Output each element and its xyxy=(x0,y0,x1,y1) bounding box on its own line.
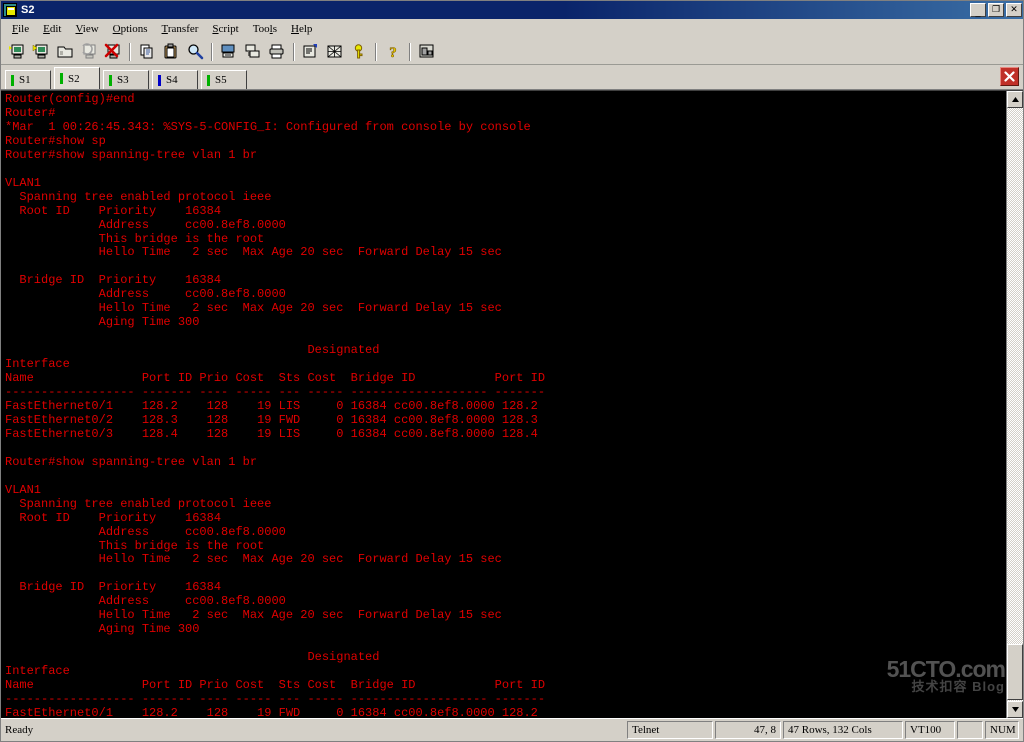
minimize-icon: _ xyxy=(975,6,981,17)
svg-text:?: ? xyxy=(389,45,397,60)
reconnect-icon[interactable] xyxy=(77,41,100,63)
securecrt-window: S2 _ ❐ ✕ File Edit View Options Transfer Scri… xyxy=(0,0,1024,742)
restore-icon: ❐ xyxy=(991,3,1001,14)
scroll-down-button[interactable] xyxy=(1007,701,1023,718)
tile-windows-icon[interactable] xyxy=(415,41,438,63)
separator-3 xyxy=(293,42,295,61)
status-num-lock: NUM xyxy=(985,720,1019,739)
chevron-up-icon xyxy=(1011,97,1019,102)
status-protocol: Telnet xyxy=(627,720,713,739)
restore-button[interactable]: ❐ xyxy=(988,3,1004,17)
separator-5 xyxy=(409,42,411,61)
status-screen-size: 47 Rows, 132 Cols xyxy=(783,720,903,739)
scrollbar-thumb[interactable] xyxy=(1007,644,1023,700)
key-icon[interactable] xyxy=(347,41,370,63)
paste-icon[interactable] xyxy=(159,41,182,63)
title-bar: S2 _ ❐ ✕ xyxy=(1,1,1023,19)
tab-status-led xyxy=(207,74,210,86)
scrollbar-track[interactable] xyxy=(1007,108,1023,701)
session-tab-bar: S1 S2 S3 S4 S5 xyxy=(1,65,1023,90)
window-title: S2 xyxy=(21,4,35,16)
tab-status-led xyxy=(109,74,112,86)
tab-label: S1 xyxy=(19,74,31,86)
tab-label: S2 xyxy=(68,72,80,85)
session-tab-s5[interactable]: S5 xyxy=(201,70,247,89)
menu-item-tools[interactable]: Tools xyxy=(246,21,284,37)
copy-icon[interactable] xyxy=(135,41,158,63)
menu-item-edit[interactable]: Edit xyxy=(36,21,68,37)
disconnect-icon[interactable] xyxy=(101,41,124,63)
separator-2 xyxy=(211,42,213,61)
close-session-button[interactable] xyxy=(1000,67,1019,86)
find-icon[interactable] xyxy=(183,41,206,63)
menu-item-options[interactable]: Options xyxy=(106,21,155,37)
menu-item-script[interactable]: Script xyxy=(205,21,245,37)
log-session-icon[interactable] xyxy=(241,41,264,63)
close-x-icon xyxy=(1004,71,1015,82)
tab-label: S3 xyxy=(117,74,129,86)
terminal-area: Router(config)#end Router# *Mar 1 00:26:… xyxy=(1,90,1023,718)
terminal-scrollbar[interactable] xyxy=(1006,91,1023,718)
status-bar: Ready Telnet 47, 8 47 Rows, 132 Cols VT1… xyxy=(1,718,1023,740)
toolbar: ? xyxy=(1,39,1023,65)
terminal-session-icon xyxy=(3,3,17,17)
session-tab-s2[interactable]: S2 xyxy=(54,67,100,89)
menu-item-help[interactable]: Help xyxy=(284,21,319,37)
menu-item-file[interactable]: File xyxy=(5,21,36,37)
tab-label: S5 xyxy=(215,74,227,86)
help-icon[interactable]: ? xyxy=(381,41,404,63)
scroll-up-button[interactable] xyxy=(1007,91,1023,108)
terminal-output: Router(config)#end Router# *Mar 1 00:26:… xyxy=(5,92,546,718)
menu-bar: File Edit View Options Transfer Script Tools He… xyxy=(1,19,1023,39)
menu-item-view[interactable]: View xyxy=(68,21,105,37)
connect-local-shell-icon[interactable] xyxy=(53,41,76,63)
status-ready: Ready xyxy=(5,723,34,736)
session-tab-s3[interactable]: S3 xyxy=(103,70,149,89)
status-spacer xyxy=(957,720,983,739)
minimize-button[interactable]: _ xyxy=(970,3,986,17)
session-tab-s4[interactable]: S4 xyxy=(152,70,198,89)
print-screen-icon[interactable] xyxy=(217,41,240,63)
close-icon: ✕ xyxy=(1010,3,1018,14)
session-options-icon[interactable] xyxy=(299,41,322,63)
terminal-screen[interactable]: Router(config)#end Router# *Mar 1 00:26:… xyxy=(1,91,1006,718)
tab-status-led xyxy=(158,74,161,86)
separator-4 xyxy=(375,42,377,61)
connect-icon[interactable] xyxy=(5,41,28,63)
status-emulation: VT100 xyxy=(905,720,955,739)
window-controls: _ ❐ ✕ xyxy=(970,3,1022,17)
menu-item-transfer[interactable]: Transfer xyxy=(155,21,206,37)
separator-1 xyxy=(129,42,131,61)
chevron-down-icon xyxy=(1011,707,1019,712)
tab-status-led xyxy=(11,74,14,86)
quick-connect-icon[interactable] xyxy=(29,41,52,63)
status-cursor-position: 47, 8 xyxy=(715,720,781,739)
tab-status-led xyxy=(60,73,63,84)
close-button[interactable]: ✕ xyxy=(1006,3,1022,17)
tab-label: S4 xyxy=(166,74,178,86)
global-options-icon[interactable] xyxy=(323,41,346,63)
print-icon[interactable] xyxy=(265,41,288,63)
session-tab-s1[interactable]: S1 xyxy=(5,70,51,89)
